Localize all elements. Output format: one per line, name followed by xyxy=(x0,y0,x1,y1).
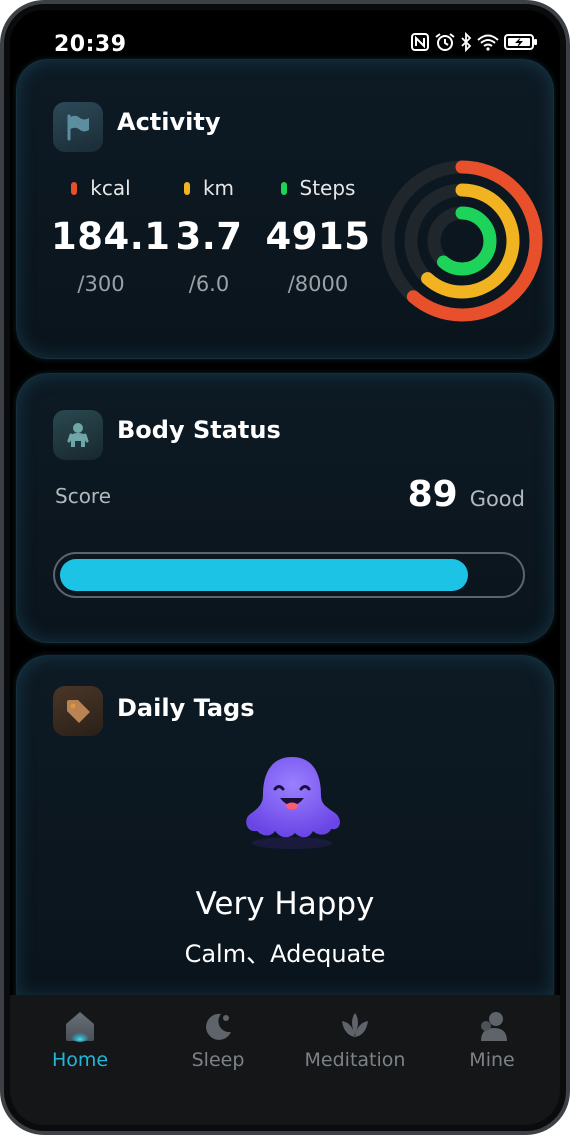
metric-goal: /6.0 xyxy=(188,272,230,296)
happy-ghost-icon xyxy=(246,757,340,849)
tab-mine[interactable]: Mine xyxy=(422,1009,560,1071)
metric-steps: Steps 4915 /8000 xyxy=(265,175,371,296)
home-icon xyxy=(66,1012,94,1042)
tab-label: Home xyxy=(51,1049,109,1071)
km-dot xyxy=(183,181,190,195)
daily-tags-title: Daily Tags xyxy=(117,694,255,722)
status-bar: 20:39 xyxy=(10,10,560,60)
score-value: 89 xyxy=(407,474,458,515)
tab-label: Mine xyxy=(469,1049,515,1071)
activity-card[interactable]: Activity kcal 184.1 /300 km 3.7 /6.0 Ste… xyxy=(16,59,554,359)
activity-rings xyxy=(381,160,543,322)
metric-km: km 3.7 /6.0 xyxy=(167,175,251,296)
metric-value: 4915 xyxy=(265,215,371,258)
mood-title: Very Happy xyxy=(195,886,375,922)
score-progress-bar xyxy=(53,552,525,598)
score-display: 89 Good xyxy=(408,474,525,515)
tab-meditation[interactable]: Meditation xyxy=(280,1009,430,1071)
status-icons xyxy=(410,32,538,52)
tab-bar: Home Sleep Meditation Mine xyxy=(10,995,560,1125)
score-progress-fill xyxy=(60,559,468,591)
battery-charging-icon xyxy=(504,34,537,50)
metric-value: 3.7 xyxy=(175,215,243,258)
kcal-dot xyxy=(71,181,78,195)
flag-icon xyxy=(53,102,103,152)
score-rating: Good xyxy=(469,487,525,511)
wifi-icon xyxy=(477,34,499,51)
nfc-icon xyxy=(411,33,429,51)
metric-value: 184.1 xyxy=(51,215,171,258)
tab-sleep[interactable]: Sleep xyxy=(148,1009,288,1071)
tab-label: Meditation xyxy=(304,1049,406,1071)
screen: 20:39 Activity kcal 184.1 /300 km 3.7 /6… xyxy=(4,4,566,1131)
body-status-card[interactable]: Body Status Score 89 Good xyxy=(16,373,554,643)
activity-title: Activity xyxy=(117,108,221,136)
daily-tags-card[interactable]: Daily Tags Very Happy Calm、Adequate xyxy=(16,655,554,997)
score-label: Score xyxy=(55,484,112,508)
status-time: 20:39 xyxy=(54,32,127,57)
bluetooth-icon xyxy=(461,32,472,52)
metric-kcal: kcal 184.1 /300 xyxy=(51,175,171,296)
lotus-icon xyxy=(342,1013,368,1037)
alarm-icon xyxy=(435,33,455,51)
moon-icon xyxy=(206,1013,231,1040)
metric-goal: /300 xyxy=(77,272,125,296)
metric-goal: /8000 xyxy=(287,272,349,296)
metric-label: km xyxy=(202,176,235,200)
user-icon xyxy=(481,1012,507,1041)
body-status-title: Body Status xyxy=(117,416,281,444)
tab-home[interactable]: Home xyxy=(10,1009,150,1071)
tab-label: Sleep xyxy=(191,1049,245,1071)
metric-label: Steps xyxy=(299,176,356,200)
mood-tags: Calm、Adequate xyxy=(184,940,386,968)
person-icon xyxy=(53,410,103,460)
steps-dot xyxy=(280,181,287,195)
metric-label: kcal xyxy=(90,176,131,200)
phone-frame: 20:39 Activity kcal 184.1 /300 km 3.7 /6… xyxy=(0,0,570,1135)
tag-icon xyxy=(53,686,103,736)
